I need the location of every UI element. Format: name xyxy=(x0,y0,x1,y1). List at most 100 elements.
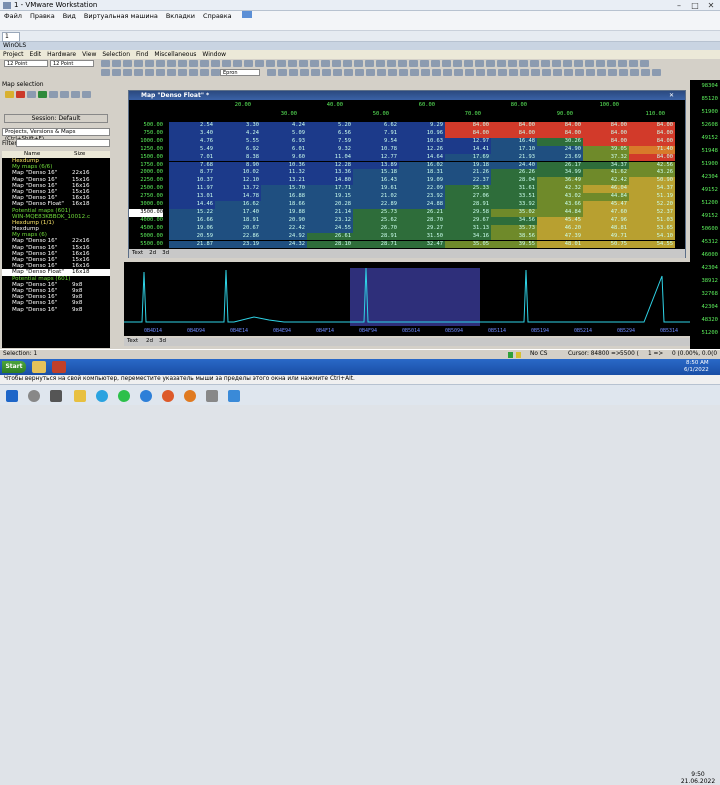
col-name[interactable]: Name xyxy=(24,151,40,157)
hex-tab-3d[interactable]: 3d xyxy=(159,338,166,344)
map-cell[interactable]: 12.10 xyxy=(215,177,261,186)
map-cell[interactable]: 84.00 xyxy=(629,122,675,130)
map-cell[interactable]: 35.05 xyxy=(445,240,491,248)
whatsapp-icon[interactable] xyxy=(118,390,130,402)
map-cell[interactable]: 33.92 xyxy=(491,201,537,209)
map-cell[interactable]: 6.92 xyxy=(215,145,261,154)
map-cell[interactable]: 2.54 xyxy=(169,122,215,130)
map-cell[interactable]: 14.80 xyxy=(307,177,353,186)
map-cell[interactable]: 84.00 xyxy=(491,122,537,130)
map-cell[interactable]: 11.97 xyxy=(169,185,215,194)
map-cell[interactable]: 4.24 xyxy=(261,122,307,130)
map-cell[interactable]: 7.68 xyxy=(169,161,215,170)
map-cell[interactable]: 11.04 xyxy=(307,153,353,162)
map-cell[interactable]: 10.78 xyxy=(353,145,399,154)
map-cell[interactable]: 12.97 xyxy=(445,137,491,146)
map-cell[interactable]: 14.46 xyxy=(169,201,215,209)
map-cell[interactable]: 12.28 xyxy=(307,161,353,170)
map-close-icon[interactable]: ✕ xyxy=(669,91,674,100)
map-cell[interactable]: 47.60 xyxy=(583,208,629,217)
map-cell[interactable]: 22.37 xyxy=(445,177,491,186)
map-cell[interactable]: 6.01 xyxy=(261,145,307,154)
map-cell[interactable]: 19.06 xyxy=(169,224,215,233)
windows-start-icon[interactable] xyxy=(6,390,18,402)
menu-selection[interactable]: Selection xyxy=(99,51,133,58)
map-cell[interactable]: 42.32 xyxy=(537,185,583,194)
map-cell[interactable]: 28.70 xyxy=(399,216,445,225)
map-cell[interactable]: 47.39 xyxy=(537,232,583,241)
map-cell[interactable]: 28.71 xyxy=(353,240,399,248)
map-cell[interactable]: 51.19 xyxy=(629,193,675,201)
map-cell[interactable]: 16.48 xyxy=(491,137,537,146)
epron-select[interactable]: Epron xyxy=(220,69,260,76)
map-cell[interactable]: 84.00 xyxy=(583,129,629,138)
map-cell[interactable]: 48.81 xyxy=(583,224,629,233)
map-cell[interactable]: 15.22 xyxy=(169,208,215,217)
map-cell[interactable]: 3.40 xyxy=(169,129,215,138)
map-cell[interactable]: 22.09 xyxy=(399,185,445,194)
map-cell[interactable]: 24.40 xyxy=(491,161,537,170)
map-cell[interactable]: 16.02 xyxy=(399,161,445,170)
map-cell[interactable]: 25.62 xyxy=(353,216,399,225)
map-cell[interactable]: 26.17 xyxy=(537,161,583,170)
map-cell[interactable]: 37.32 xyxy=(583,153,629,162)
map-cell[interactable]: 14.64 xyxy=(399,153,445,162)
map-cell[interactable]: 28.91 xyxy=(353,232,399,241)
map-cell[interactable]: 3.30 xyxy=(215,122,261,130)
menu-project[interactable]: Project xyxy=(0,51,27,58)
map-cell[interactable]: 44.84 xyxy=(537,208,583,217)
map-cell[interactable]: 45.45 xyxy=(537,216,583,225)
map-cell[interactable]: 21.14 xyxy=(307,208,353,217)
map-cell[interactable]: 19.88 xyxy=(261,208,307,217)
session-button[interactable]: Session: Default xyxy=(4,114,108,123)
map-cell[interactable]: 18.31 xyxy=(399,169,445,178)
map-cell[interactable]: 23.12 xyxy=(307,216,353,225)
close-icon[interactable]: ✕ xyxy=(704,1,718,10)
map-cell[interactable]: 4.24 xyxy=(215,129,261,138)
map-cell[interactable]: 38.56 xyxy=(491,232,537,241)
map-cell[interactable]: 23.69 xyxy=(537,153,583,162)
map-cell[interactable]: 9.29 xyxy=(399,122,445,130)
vmware-task-icon[interactable] xyxy=(206,390,218,402)
map-cell[interactable]: 5.49 xyxy=(169,145,215,154)
map-cell[interactable]: 6.93 xyxy=(261,137,307,146)
map-cell[interactable]: 49.71 xyxy=(583,232,629,241)
vm-tab[interactable]: 1 xyxy=(2,32,20,42)
map-cell[interactable]: 43.66 xyxy=(537,201,583,209)
map-cell[interactable]: 84.00 xyxy=(491,129,537,138)
map-cell[interactable]: 9.60 xyxy=(261,153,307,162)
map-cell[interactable]: 7.91 xyxy=(353,129,399,138)
menu-find[interactable]: Find xyxy=(133,51,151,58)
map-cell[interactable]: 71.40 xyxy=(629,145,675,154)
map-cell[interactable]: 54.10 xyxy=(629,232,675,241)
map-cell[interactable]: 5.55 xyxy=(215,137,261,146)
map-cell[interactable]: 9.54 xyxy=(353,137,399,146)
map-cell[interactable]: 24.88 xyxy=(399,201,445,209)
map-cell[interactable]: 5.09 xyxy=(261,129,307,138)
map-cell[interactable]: 84.00 xyxy=(583,122,629,130)
chrome-icon[interactable] xyxy=(162,390,174,402)
map-cell[interactable]: 9.32 xyxy=(307,145,353,154)
menu-file[interactable]: Файл xyxy=(0,11,26,21)
map-cell[interactable]: 54.37 xyxy=(629,185,675,194)
menu-view-w[interactable]: View xyxy=(79,51,99,58)
map-cell[interactable]: 13.21 xyxy=(261,177,307,186)
map-cell[interactable]: 48.01 xyxy=(537,240,583,248)
map-cell[interactable]: 19.15 xyxy=(307,193,353,201)
menu-hardware[interactable]: Hardware xyxy=(44,51,79,58)
map-cell[interactable]: 43.26 xyxy=(629,169,675,178)
telegram-icon[interactable] xyxy=(96,390,108,402)
toolbar-icons-b[interactable] xyxy=(100,68,232,79)
map-cell[interactable]: 22.42 xyxy=(261,224,307,233)
map-cell[interactable]: 25.33 xyxy=(445,185,491,194)
map-cell[interactable]: 19.09 xyxy=(399,177,445,186)
map-cell[interactable]: 30.26 xyxy=(537,137,583,146)
map-cell[interactable]: 6.56 xyxy=(307,129,353,138)
map-cell[interactable]: 54.55 xyxy=(629,240,675,248)
map-cell[interactable]: 39.55 xyxy=(491,240,537,248)
map-cell[interactable]: 21.93 xyxy=(491,153,537,162)
map-cell[interactable]: 45.47 xyxy=(583,201,629,209)
map-cell[interactable]: 20.59 xyxy=(169,232,215,241)
map-cell[interactable]: 10.63 xyxy=(399,137,445,146)
toolbar-icons-c[interactable] xyxy=(266,68,662,79)
